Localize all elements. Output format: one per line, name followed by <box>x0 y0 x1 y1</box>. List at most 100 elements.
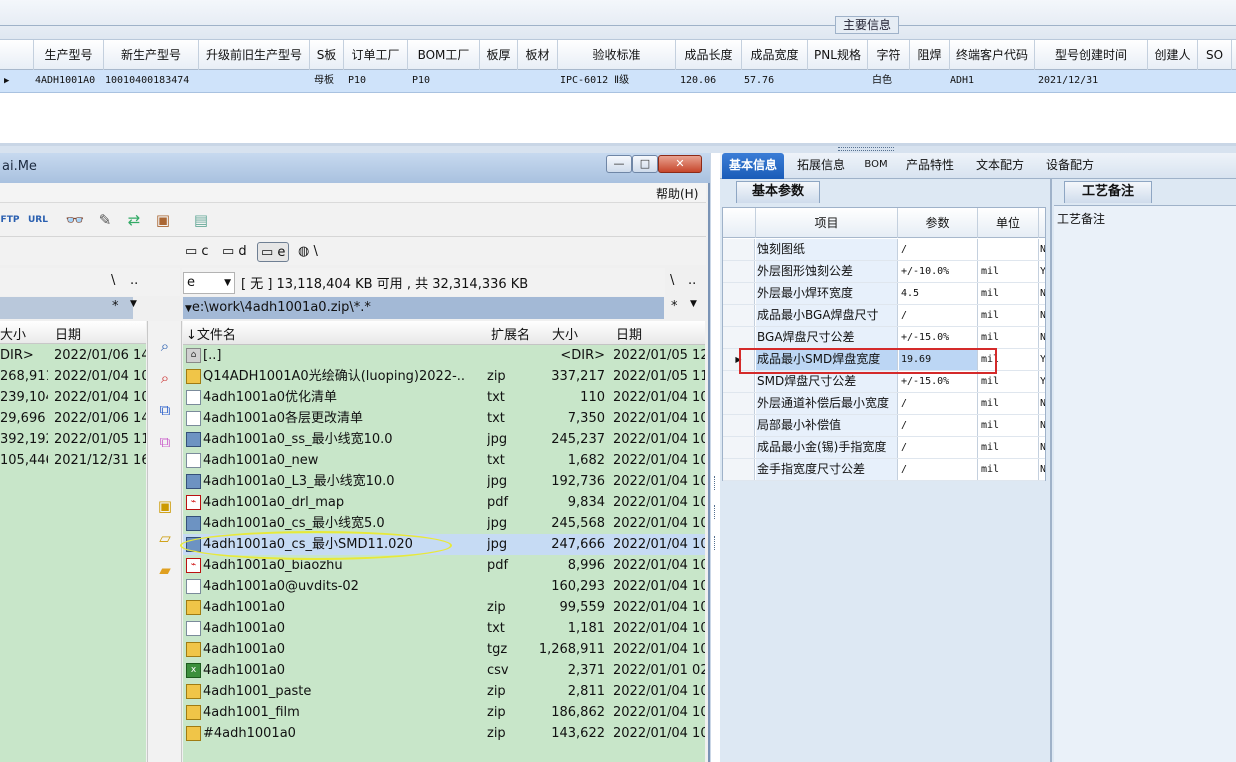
tab-basic-info[interactable]: 基本信息 <box>722 153 784 179</box>
minimize-button[interactable]: — <box>606 155 632 173</box>
notepad-icon[interactable]: ▤ <box>191 210 211 230</box>
splitter-grip-icon[interactable] <box>714 476 717 490</box>
tab-extended-info[interactable]: 拓展信息 <box>790 153 852 179</box>
menu-help[interactable]: 帮助(H) <box>656 185 698 202</box>
col-date-header[interactable]: 日期 <box>616 324 642 343</box>
left-root-button[interactable]: \ <box>111 273 115 288</box>
list-item[interactable]: 29,696 2022/01/06 14 <box>0 408 146 429</box>
drive-c-button[interactable]: ▭ c <box>185 242 209 262</box>
cell-length[interactable]: 120.06 <box>676 70 742 92</box>
file-row[interactable]: 4adh1001a0_ss_最小线宽10.0 jpg 245,237 2022/01/… <box>183 429 705 450</box>
drive-e-button[interactable]: ▭ e <box>257 242 290 262</box>
col-size-header[interactable]: 大小 <box>0 324 26 343</box>
param-row[interactable]: 成品最小金(锡)手指宽度 / mil N <box>723 437 1045 459</box>
grid-col-header[interactable]: 验收标准 <box>558 40 676 70</box>
col-name-header[interactable]: ↓文件名 <box>186 324 236 343</box>
cell-so[interactable] <box>1198 70 1232 92</box>
multi-rename-icon[interactable]: ✎ <box>95 210 115 230</box>
list-item[interactable]: 105,446 2021/12/31 16 <box>0 450 146 471</box>
list-item[interactable]: DIR> 2022/01/06 14 <box>0 345 146 366</box>
sync-dirs-icon[interactable]: ⇄ <box>124 210 144 230</box>
cell-bom-factory[interactable]: P10 <box>408 70 480 92</box>
right-root-button[interactable]: \ <box>670 273 674 288</box>
file-row[interactable]: 4adh1001a0_new txt 1,682 2022/01/04 10 <box>183 450 705 471</box>
close-button[interactable]: ✕ <box>658 155 702 173</box>
url-icon[interactable]: URL <box>28 210 48 230</box>
param-value[interactable]: / <box>899 239 978 260</box>
param-row[interactable]: 外层图形蚀刻公差 +/-10.0% mil Y <box>723 261 1045 283</box>
col-date-header[interactable]: 日期 <box>55 324 81 343</box>
grid-col-header[interactable]: 终端客户代码 <box>950 40 1035 70</box>
ftp-icon[interactable]: FTP <box>0 210 20 230</box>
param-row[interactable]: 外层通道补偿后最小宽度 / mil N <box>723 393 1045 415</box>
cell-customer[interactable]: ADH1 <box>946 70 1031 92</box>
right-up-button[interactable]: .. <box>688 273 696 288</box>
grid-col-header[interactable]: 升级前旧生产型号 <box>199 40 310 70</box>
param-row[interactable]: 成品最小BGA焊盘尺寸 / mil N <box>723 305 1045 327</box>
cell-standard[interactable]: IPC-6012 Ⅱ级 <box>556 70 674 92</box>
file-row[interactable]: 4adh1001a0各层更改清单 txt 7,350 2022/01/04 10 <box>183 408 705 429</box>
cell-thickness[interactable] <box>480 70 518 92</box>
param-row[interactable]: BGA焊盘尺寸公差 +/-15.0% mil N <box>723 327 1045 349</box>
param-row[interactable]: 外层最小焊环宽度 4.5 mil N <box>723 283 1045 305</box>
file-row[interactable]: 4adh1001a0 txt 1,181 2022/01/04 10 <box>183 618 705 639</box>
grid-col-header[interactable]: 订单工厂 <box>344 40 408 70</box>
file-row[interactable]: 4adh1001_film zip 186,862 2022/01/04 10 <box>183 702 705 723</box>
drive-d-button[interactable]: ▭ d <box>222 242 247 262</box>
grid-col-header[interactable]: 成品宽度 <box>742 40 808 70</box>
grid-col-header[interactable]: 创建人 <box>1148 40 1198 70</box>
file-row[interactable]: ⌁ 4adh1001a0_drl_map pdf 9,834 2022/01/04 10 <box>183 492 705 513</box>
folder-search-icon[interactable]: ▱ <box>155 528 175 548</box>
list-item[interactable]: 392,192 2022/01/05 11 <box>0 429 146 450</box>
list-item[interactable]: 268,911 2022/01/04 10 <box>0 366 146 387</box>
grid-col-header[interactable]: 板材 <box>518 40 558 70</box>
tab-equipment-recipe[interactable]: 设备配方 <box>1040 153 1100 179</box>
grid-col-header[interactable]: 阻焊 <box>910 40 950 70</box>
param-row[interactable]: 蚀刻图纸 / N <box>723 239 1045 261</box>
param-value[interactable]: / <box>899 393 978 414</box>
grid-col-header[interactable]: 字符 <box>868 40 910 70</box>
cell-order-factory[interactable]: P10 <box>344 70 408 92</box>
list-item[interactable]: 239,104 2022/01/04 10 <box>0 387 146 408</box>
tab-basic-params[interactable]: 基本参数 <box>736 181 820 203</box>
col-size-header[interactable]: 大小 <box>552 324 578 343</box>
file-row[interactable]: 4adh1001a0优化清单 txt 110 2022/01/04 10 <box>183 387 705 408</box>
col-unit-header[interactable]: 单位 <box>978 208 1039 238</box>
current-path[interactable]: ▼e:\work\4adh1001a0.zip\*.* <box>183 297 664 319</box>
folder-icon[interactable]: ▰ <box>155 560 175 580</box>
cell-s-board[interactable]: 母板 <box>310 70 344 92</box>
maximize-button[interactable]: □ <box>632 155 658 173</box>
file-row[interactable]: #4adh1001a0 zip 143,622 2022/01/04 10 <box>183 723 705 744</box>
network-drive-button[interactable]: ◍ \ <box>298 242 318 262</box>
grid-col-header[interactable]: SO <box>1198 40 1232 70</box>
horizontal-splitter[interactable] <box>0 146 1236 153</box>
window-titlebar[interactable] <box>0 153 710 183</box>
right-filter[interactable]: * <box>671 299 678 314</box>
gift-icon[interactable]: ▣ <box>155 496 175 516</box>
left-up-button[interactable]: .. <box>130 273 138 288</box>
cell-creator[interactable] <box>1148 70 1198 92</box>
param-value[interactable]: +/-15.0% <box>899 371 978 392</box>
file-row[interactable]: x 4adh1001a0 csv 2,371 2022/01/01 02 <box>183 660 705 681</box>
file-row[interactable]: 4adh1001_paste zip 2,811 2022/01/04 10 <box>183 681 705 702</box>
param-row[interactable]: 局部最小补偿值 / mil N <box>723 415 1045 437</box>
param-value[interactable]: / <box>899 459 978 480</box>
craft-notes-body[interactable] <box>1054 205 1236 762</box>
copy-icon[interactable]: ⧉ <box>155 400 175 420</box>
cell-width[interactable]: 57.76 <box>740 70 806 92</box>
param-row[interactable]: SMD焊盘尺寸公差 +/-15.0% mil Y <box>723 371 1045 393</box>
grid-col-header[interactable]: PNL规格 <box>808 40 868 70</box>
chevron-down-icon[interactable]: ▼ <box>130 299 137 309</box>
col-item-header[interactable]: 项目 <box>756 208 898 238</box>
tab-craft-notes[interactable]: 工艺备注 <box>1064 181 1152 203</box>
cell-pnl[interactable] <box>808 70 868 92</box>
param-value[interactable]: +/-10.0% <box>899 261 978 282</box>
tab-product-features[interactable]: 产品特性 <box>900 153 960 179</box>
file-row[interactable]: 4adh1001a0 zip 99,559 2022/01/04 10 <box>183 597 705 618</box>
param-value[interactable]: / <box>899 437 978 458</box>
col-ext-header[interactable]: 扩展名 <box>491 324 530 343</box>
left-filter[interactable]: * <box>112 299 119 314</box>
drive-select[interactable]: e ▼ <box>183 272 235 294</box>
param-value[interactable]: +/-15.0% <box>899 327 978 348</box>
search-icon[interactable]: ⌕ <box>155 336 175 356</box>
